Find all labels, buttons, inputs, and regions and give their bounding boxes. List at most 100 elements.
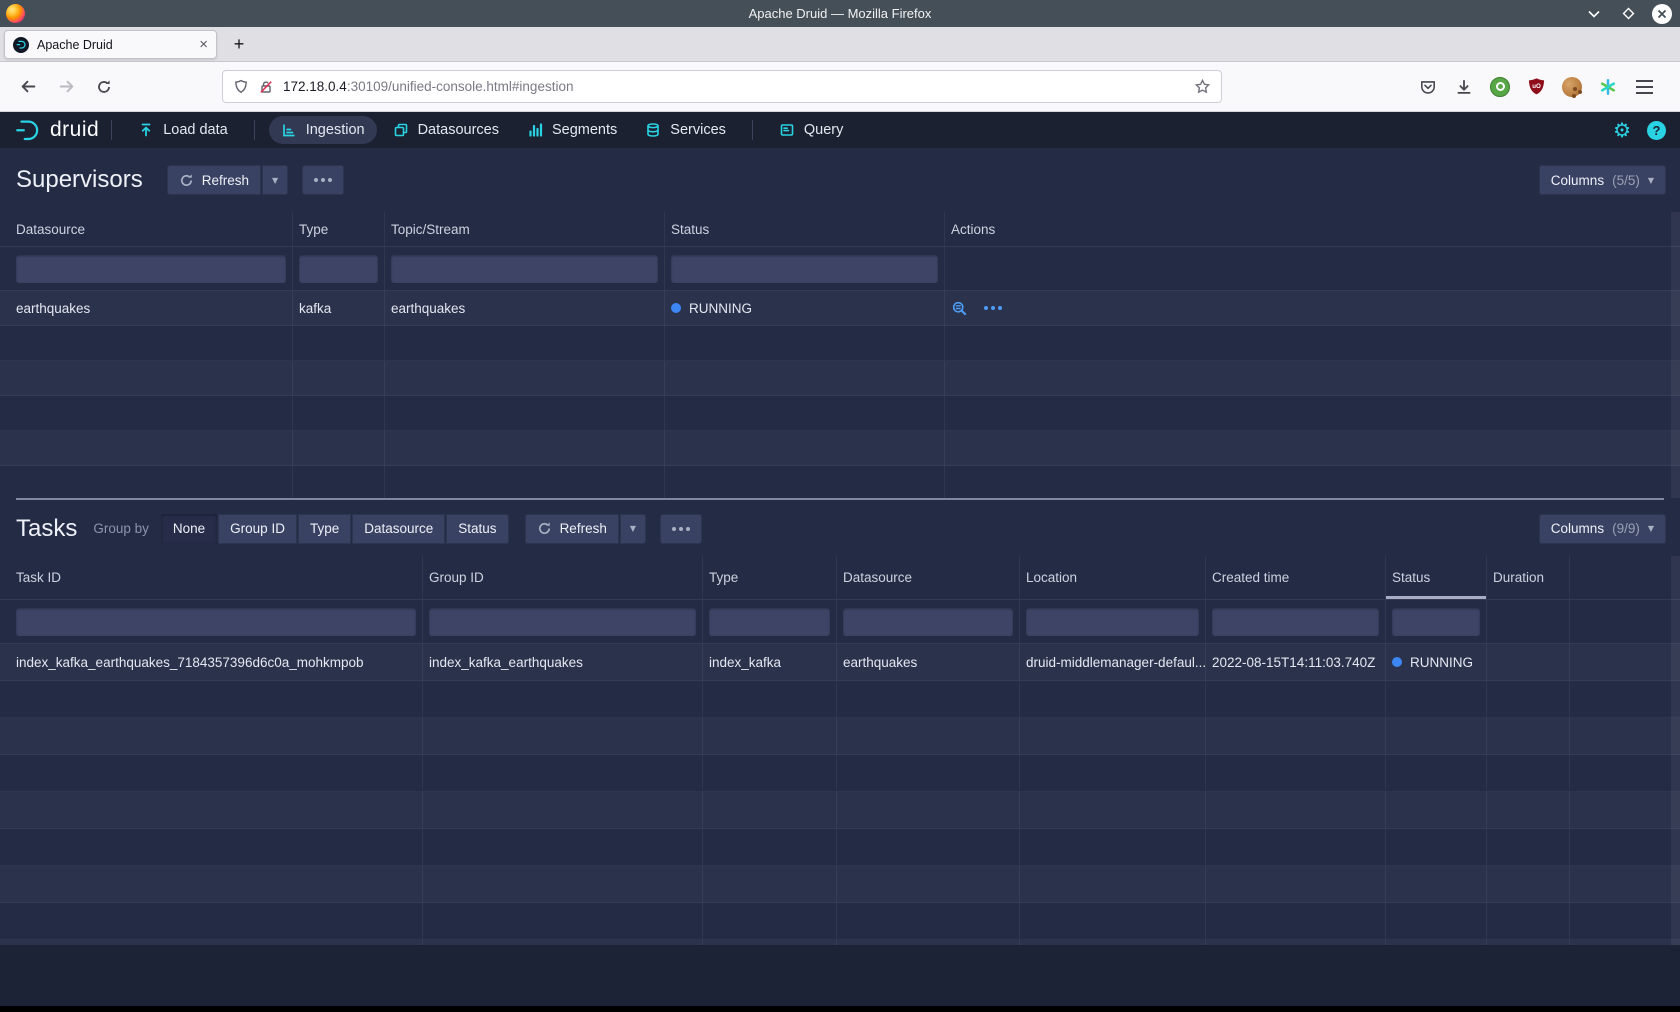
extension-asterisk-icon[interactable] (1598, 77, 1618, 97)
supervisor-detail-icon[interactable] (951, 300, 968, 317)
column-header-created-time[interactable]: Created time (1206, 556, 1386, 599)
column-header-task-id[interactable]: Task ID (0, 556, 423, 599)
status-filter-input[interactable] (671, 255, 938, 283)
columns-label: Columns (1551, 173, 1604, 188)
type-filter-input[interactable] (299, 255, 378, 283)
tasks-columns-button[interactable]: Columns (9/9) ▼ (1539, 514, 1666, 544)
table-cell-empty (0, 829, 423, 865)
supervisors-columns-button[interactable]: Columns (5/5) ▼ (1539, 165, 1666, 195)
url-text[interactable]: 172.18.0.4:30109/unified-console.html#in… (283, 79, 1185, 94)
table-cell-empty (385, 431, 665, 465)
column-header-datasource[interactable]: Datasource (837, 556, 1020, 599)
group-by-status-button[interactable]: Status (446, 514, 508, 544)
extension-green-icon[interactable] (1490, 77, 1510, 97)
supervisor-row[interactable]: earthquakes kafka earthquakes RUNNING (0, 291, 1680, 326)
cell-group-id: index_kafka_earthquakes (423, 644, 703, 680)
cell-status: RUNNING (665, 291, 945, 325)
location-filter-input[interactable] (1026, 608, 1199, 636)
help-icon[interactable]: ? (1647, 121, 1666, 140)
forward-button[interactable] (52, 73, 80, 101)
tab-close-icon[interactable]: × (199, 37, 208, 52)
task-row[interactable]: index_kafka_earthquakes_7184357396d6c0a_… (0, 644, 1680, 681)
table-cell-empty (0, 792, 423, 828)
bookmark-star-icon[interactable] (1194, 78, 1211, 95)
table-cell-empty (1570, 866, 1680, 902)
tasks-table-body: index_kafka_earthquakes_7184357396d6c0a_… (0, 644, 1680, 945)
column-header-datasource[interactable]: Datasource (0, 212, 293, 246)
table-cell-empty (385, 466, 665, 498)
table-row-empty (0, 431, 1680, 466)
download-icon[interactable] (1454, 77, 1474, 97)
column-header-duration[interactable]: Duration (1487, 556, 1570, 599)
created-time-filter-input[interactable] (1212, 608, 1379, 636)
tab-title: Apache Druid (37, 38, 191, 52)
refresh-button[interactable]: Refresh (167, 165, 261, 195)
topic-stream-filter-input[interactable] (391, 255, 658, 283)
table-cell-empty (1386, 866, 1487, 902)
minimize-icon[interactable] (1584, 4, 1604, 24)
table-cell-empty (1570, 792, 1680, 828)
column-header-topic-stream[interactable]: Topic/Stream (385, 212, 665, 246)
tracking-shield-icon[interactable] (233, 79, 249, 95)
nav-item-segments[interactable]: Segments (515, 116, 629, 144)
group-by-group-id-button[interactable]: Group ID (218, 514, 297, 544)
table-cell-empty (293, 361, 385, 395)
column-header-status[interactable]: Status (665, 212, 945, 246)
table-row-empty (0, 755, 1680, 792)
close-icon[interactable] (1652, 4, 1672, 24)
table-cell-empty (1386, 681, 1487, 717)
group-id-filter-input[interactable] (429, 608, 696, 636)
pocket-icon[interactable] (1418, 77, 1438, 97)
more-actions-button[interactable] (302, 165, 344, 195)
table-cell-empty (1487, 755, 1570, 791)
insecure-lock-icon[interactable] (258, 79, 274, 95)
supervisors-table-header: Datasource Type Topic/Stream Status Acti… (0, 212, 1680, 247)
nav-item-label: Segments (552, 122, 617, 138)
menu-button[interactable] (1634, 77, 1654, 97)
nav-item-load-data[interactable]: Load data (126, 116, 240, 144)
table-cell-empty (385, 326, 665, 360)
table-cell-empty (423, 866, 703, 902)
nav-item-services[interactable]: Services (633, 116, 738, 144)
column-header-status-sorted[interactable]: Status (1386, 556, 1487, 599)
column-header-type[interactable]: Type (293, 212, 385, 246)
row-actions-more-icon[interactable] (984, 306, 1002, 310)
nav-item-ingestion[interactable]: Ingestion (269, 116, 377, 144)
status-filter-input[interactable] (1392, 608, 1480, 636)
cell-location: druid-middlemanager-defaul... (1020, 644, 1206, 680)
refresh-interval-caret-button[interactable]: ▼ (620, 514, 646, 544)
maximize-icon[interactable] (1618, 4, 1638, 24)
back-button[interactable] (14, 73, 42, 101)
table-cell-empty (703, 903, 837, 939)
refresh-interval-caret-button[interactable]: ▼ (262, 165, 288, 195)
table-cell-empty (1386, 792, 1487, 828)
table-row-empty (0, 792, 1680, 829)
datasource-filter-input[interactable] (843, 608, 1013, 636)
nav-item-query[interactable]: Query (767, 116, 856, 144)
group-by-datasource-button[interactable]: Datasource (352, 514, 445, 544)
cookie-extension-icon[interactable] (1562, 77, 1582, 97)
more-icon (314, 178, 332, 182)
url-bar[interactable]: 172.18.0.4:30109/unified-console.html#in… (222, 70, 1222, 103)
group-by-none-button[interactable]: None (161, 514, 217, 544)
ublock-origin-icon[interactable]: uO (1526, 77, 1546, 97)
table-cell-empty (0, 940, 423, 945)
nav-item-datasources[interactable]: Datasources (381, 116, 511, 144)
tab-apache-druid[interactable]: Apache Druid × (4, 30, 217, 59)
group-by-type-button[interactable]: Type (298, 514, 351, 544)
table-cell-empty (0, 718, 423, 754)
settings-gear-icon[interactable]: ⚙ (1613, 120, 1631, 140)
type-filter-input[interactable] (709, 608, 830, 636)
query-icon (779, 122, 795, 138)
column-header-group-id[interactable]: Group ID (423, 556, 703, 599)
column-header-location[interactable]: Location (1020, 556, 1206, 599)
datasource-filter-input[interactable] (16, 255, 286, 283)
reload-button[interactable] (90, 73, 118, 101)
refresh-button[interactable]: Refresh (525, 514, 619, 544)
more-actions-button[interactable] (660, 514, 702, 544)
druid-logo[interactable]: druid (14, 116, 99, 144)
table-cell-empty (1487, 681, 1570, 717)
task-id-filter-input[interactable] (16, 608, 416, 636)
column-header-type[interactable]: Type (703, 556, 837, 599)
new-tab-button[interactable]: + (225, 30, 253, 58)
